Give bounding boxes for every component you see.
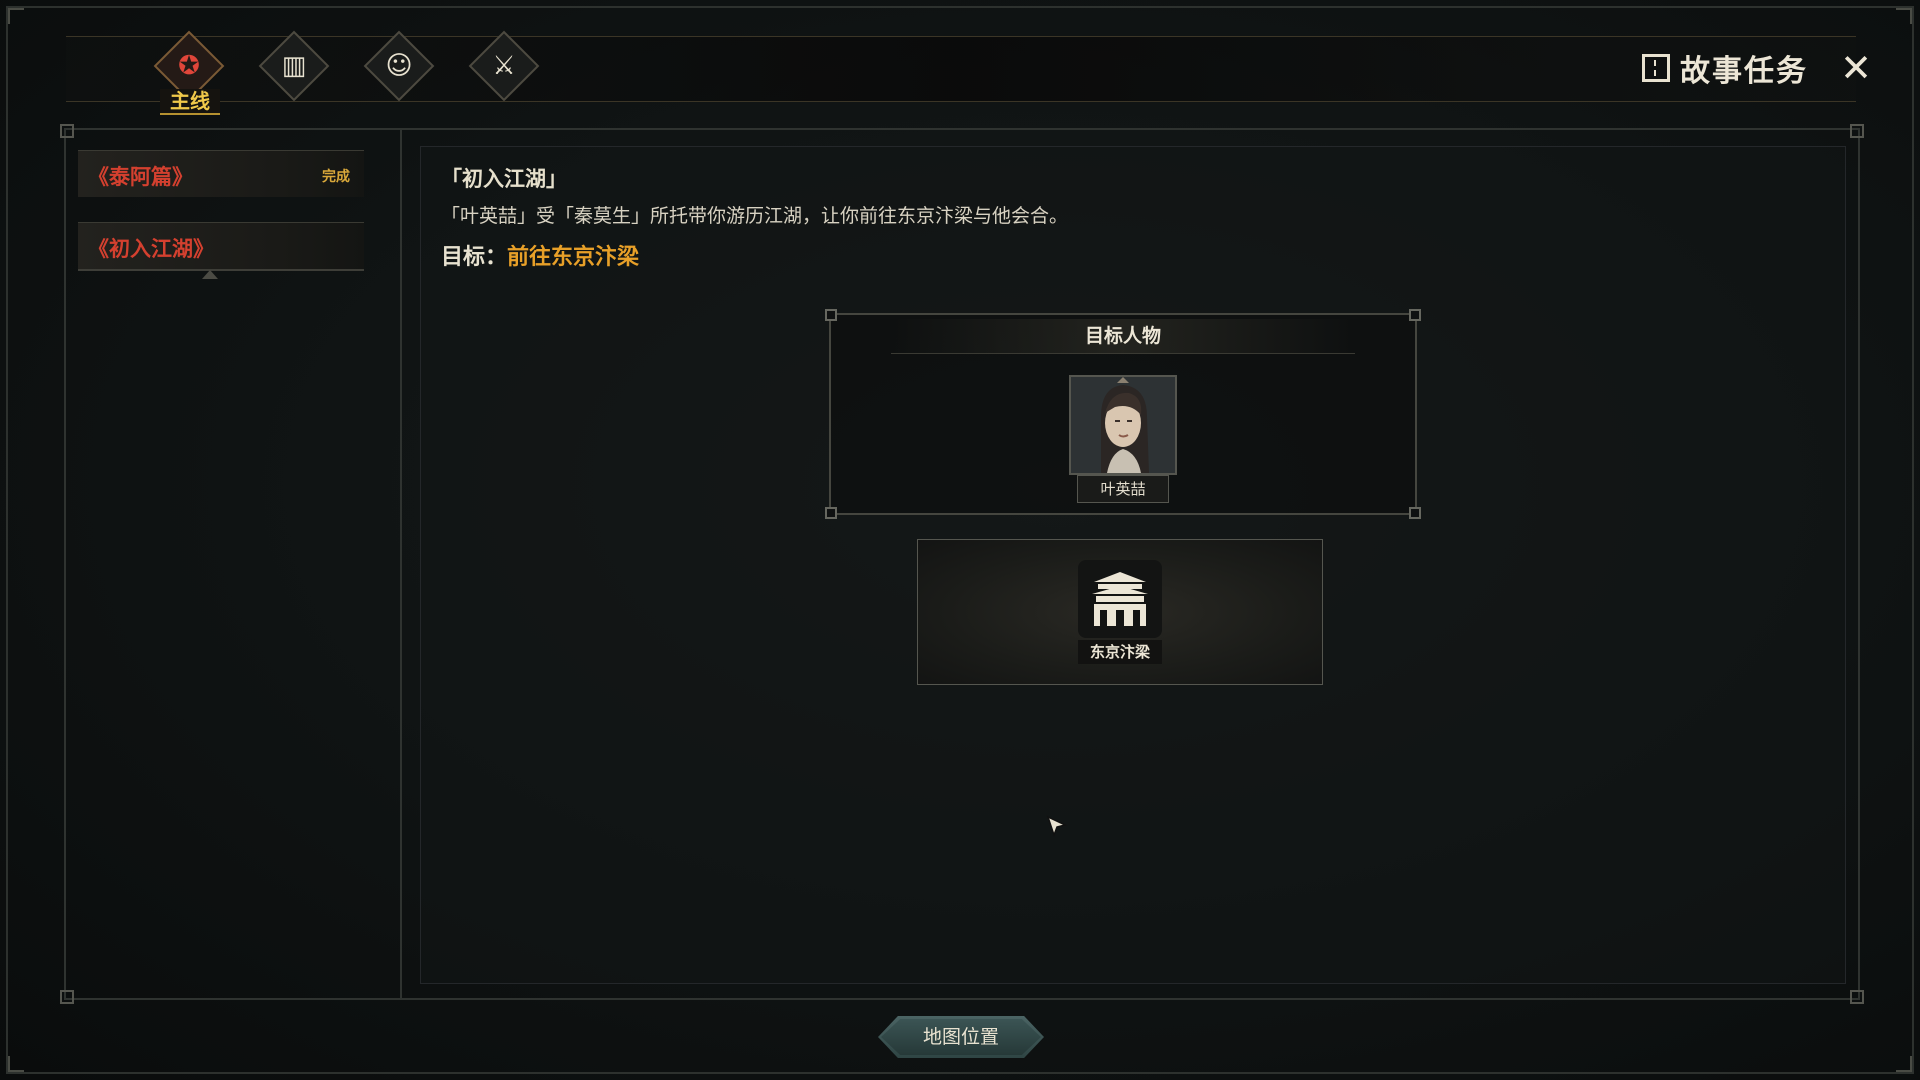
mouse-cursor-icon xyxy=(1046,815,1068,837)
quest-title: 「初入江湖」 xyxy=(441,166,567,191)
quest-status-badge: 完成 xyxy=(322,169,350,185)
character-portrait[interactable] xyxy=(1069,375,1177,475)
selection-arrow-icon xyxy=(202,270,218,279)
target-header: 目标人物 xyxy=(891,319,1355,354)
quest-item-selected[interactable]: 《初入江湖》 xyxy=(78,222,364,271)
header-bar xyxy=(66,36,1856,102)
corner-ornament xyxy=(1896,8,1912,24)
quest-description: 「叶英喆」受「秦莫生」所托带你游历江湖，让你前往东京汴梁与他会合。 xyxy=(441,205,1069,227)
tab-book[interactable]: ▥ xyxy=(258,30,330,102)
tab-main-quest-label[interactable]: 主线 xyxy=(160,89,220,115)
scroll-icon xyxy=(1642,54,1670,82)
tab-combat[interactable]: ⚔ xyxy=(468,30,540,102)
map-location-button[interactable]: 地图位置 xyxy=(878,1016,1044,1058)
character-name: 叶英喆 xyxy=(1077,475,1169,503)
window-title: 故事任务 xyxy=(1642,48,1808,89)
character-icon: ☺ xyxy=(385,51,413,81)
goal-label: 目标： xyxy=(441,244,508,270)
corner-ornament xyxy=(1896,1056,1912,1072)
main-panel: 《泰阿篇》 完成 《初入江湖》 「初入江湖」 「叶英喆」受「秦莫生」所托带你游历… xyxy=(60,124,1864,1004)
tab-character[interactable]: ☺ xyxy=(363,30,435,102)
window-title-text: 故事任务 xyxy=(1680,54,1808,89)
corner-ornament xyxy=(8,8,24,24)
target-character-panel: 目标人物 叶英喆 xyxy=(825,309,1421,519)
corner-ornament xyxy=(1850,124,1864,138)
quest-list: 《泰阿篇》 完成 《初入江湖》 xyxy=(66,130,402,998)
quest-name: 《泰阿篇》 xyxy=(88,164,193,189)
book-icon: ▥ xyxy=(281,51,307,81)
corner-ornament xyxy=(1850,990,1864,1004)
location-name: 东京汴梁 xyxy=(1078,640,1162,664)
tab-main-quest[interactable]: ✪ xyxy=(153,30,225,102)
quest-name: 《初入江湖》 xyxy=(88,236,214,261)
quest-goal: 目标：前往东京汴梁 xyxy=(441,239,639,271)
quest-item[interactable]: 《泰阿篇》 完成 xyxy=(78,150,364,197)
close-button[interactable]: ✕ xyxy=(1836,48,1876,88)
map-location-label: 地图位置 xyxy=(922,1026,999,1048)
target-location-panel[interactable]: 东京汴梁 xyxy=(917,539,1323,685)
crossed-swords-icon: ⚔ xyxy=(492,51,516,81)
main-quest-icon: ✪ xyxy=(178,51,200,81)
game-window: ✪ 主线 ▥ ☺ ⚔ 故事任务 ✕ 《泰阿篇》 完成 《初入江湖》 「初入江湖」… xyxy=(0,0,1920,1080)
city-gate-icon xyxy=(1078,560,1162,638)
corner-ornament xyxy=(8,1056,24,1072)
quest-detail: 「初入江湖」 「叶英喆」受「秦莫生」所托带你游历江湖，让你前往东京汴梁与他会合。… xyxy=(420,146,1846,984)
goal-value: 前往东京汴梁 xyxy=(507,244,640,270)
